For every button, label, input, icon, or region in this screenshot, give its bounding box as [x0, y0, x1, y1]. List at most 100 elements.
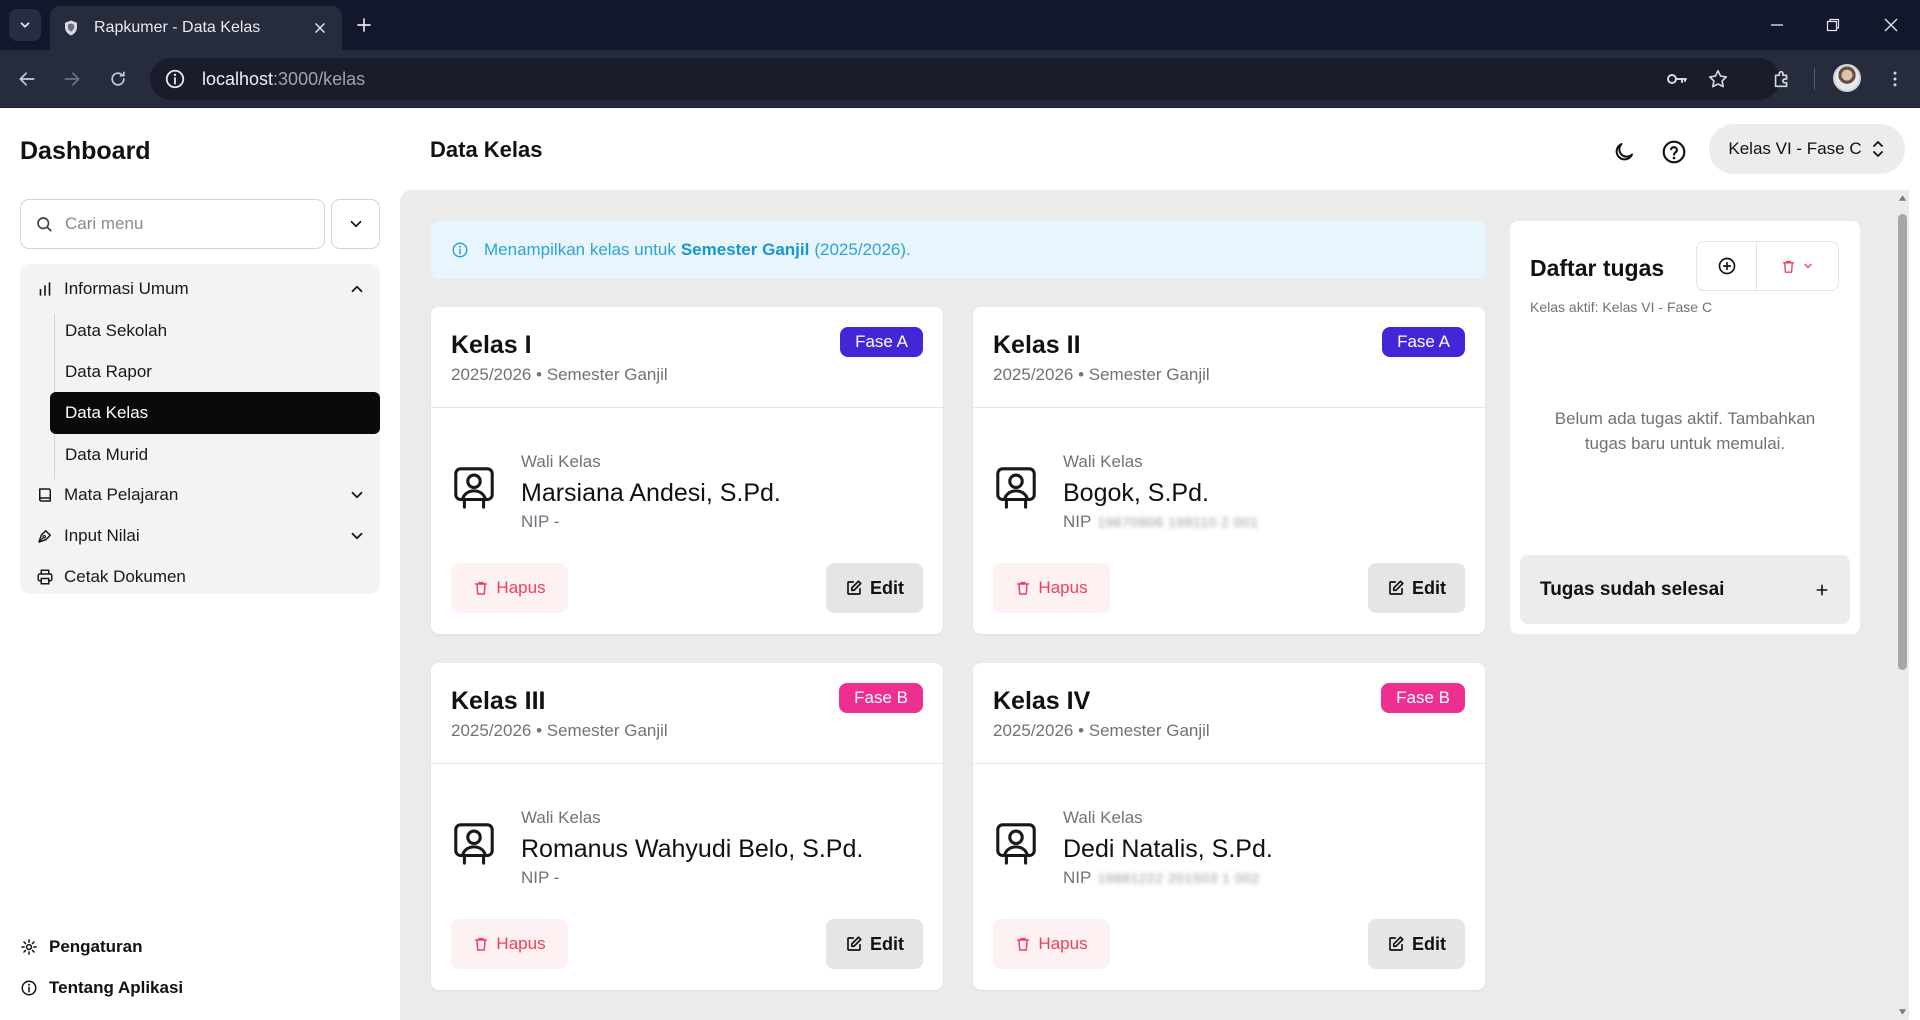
nip-row: NIP 19881222 201503 1 002 [1063, 868, 1260, 888]
sidebar-item-label: Mata Pelajaran [64, 485, 179, 504]
help-button[interactable] [1657, 135, 1691, 169]
semester-info-banner: Menampilkan kelas untuk Semester Ganjil … [431, 221, 1486, 279]
extensions-button[interactable] [1767, 64, 1797, 94]
plus-circle-icon [1718, 257, 1735, 275]
banner-semester: Semester Ganjil [680, 240, 810, 259]
sidebar-item-mata-pelajaran[interactable]: Mata Pelajaran [20, 475, 380, 515]
browser-tab-active[interactable]: Rapkumer - Data Kelas [50, 6, 342, 50]
user-square-icon [996, 467, 1036, 509]
completed-tasks-toggle[interactable]: Tugas sudah selesai [1520, 555, 1850, 624]
class-card: Kelas I 2025/2026 • Semester Ganjil Fase… [431, 307, 943, 634]
fase-badge: Fase A [1382, 327, 1465, 357]
theme-toggle-button[interactable] [1607, 135, 1641, 169]
window-restore-button[interactable] [1818, 10, 1848, 40]
delete-class-button[interactable]: Hapus [993, 563, 1110, 613]
nip-row: NIP - [521, 868, 559, 888]
class-select[interactable]: Kelas VI - Fase C [1709, 124, 1905, 174]
tab-search-button[interactable] [9, 9, 41, 41]
password-key-button[interactable] [1662, 64, 1692, 94]
url-text: localhost:3000/kelas [202, 69, 365, 90]
sidebar-item-input-nilai[interactable]: Input Nilai [20, 516, 380, 556]
banner-suffix: (2025/2026). [814, 240, 911, 259]
page-title: Data Kelas [430, 137, 543, 162]
edit-icon [847, 936, 862, 951]
search-input[interactable] [65, 214, 305, 234]
chevron-up-down-icon [1872, 141, 1883, 157]
key-icon [1667, 74, 1687, 84]
bookmark-button[interactable] [1703, 64, 1733, 94]
tab-title: Rapkumer - Data Kelas [94, 19, 261, 36]
wali-kelas-label: Wali Kelas [521, 808, 601, 827]
class-card-title: Kelas III [451, 687, 546, 715]
fase-badge: Fase A [840, 327, 923, 357]
wali-kelas-label: Wali Kelas [1063, 452, 1143, 471]
class-card-title: Kelas IV [993, 687, 1091, 715]
book-icon [39, 488, 51, 502]
about-link[interactable]: Tentang Aplikasi [20, 978, 183, 998]
delete-tasks-dropdown[interactable] [1757, 242, 1838, 290]
delete-class-button[interactable]: Hapus [993, 919, 1110, 969]
app-root: Dashboard Informasi Umum Data Sekolah Da… [0, 109, 1920, 1020]
arrow-left-icon [19, 72, 35, 86]
search-icon [37, 217, 52, 232]
url-path: :3000/kelas [273, 68, 366, 89]
printer-icon [37, 569, 53, 585]
sidebar-item-data-kelas[interactable]: Data Kelas [50, 392, 380, 434]
profile-avatar[interactable] [1833, 64, 1861, 92]
card-divider [973, 763, 1485, 764]
edit-class-button[interactable]: Edit [1368, 919, 1465, 969]
trash-icon [1017, 581, 1030, 595]
class-card: Kelas II 2025/2026 • Semester Ganjil Fas… [973, 307, 1485, 634]
sidebar-item-cetak-dokumen[interactable]: Cetak Dokumen [20, 557, 380, 597]
class-card: Kelas IV 2025/2026 • Semester Ganjil Fas… [973, 663, 1485, 990]
scroll-down-arrow-icon[interactable] [1898, 1008, 1907, 1016]
browser-toolbar: localhost:3000/kelas [0, 50, 1920, 108]
content-scrollbar[interactable] [1895, 190, 1909, 1020]
sidebar-item-data-murid[interactable]: Data Murid [50, 434, 380, 476]
delete-class-button[interactable]: Hapus [451, 919, 568, 969]
sidebar-title: Dashboard [20, 137, 151, 165]
sidebar-item-data-sekolah[interactable]: Data Sekolah [50, 310, 380, 352]
chevron-down-icon [1804, 263, 1812, 269]
window-close-button[interactable] [1876, 10, 1906, 40]
todo-title: Daftar tugas [1530, 255, 1665, 281]
tab-close-button[interactable] [310, 18, 330, 38]
sidebar-item-label: Informasi Umum [64, 279, 189, 298]
menu-collapse-button[interactable] [331, 199, 380, 249]
new-tab-button[interactable] [352, 13, 376, 37]
menu-search[interactable] [20, 199, 325, 249]
sidebar-item-informasi-umum[interactable]: Informasi Umum [20, 269, 380, 309]
arrow-right-icon [64, 72, 80, 86]
reload-button[interactable] [103, 64, 133, 94]
shield-favicon-icon [65, 20, 77, 36]
add-task-button[interactable] [1697, 242, 1757, 290]
wali-kelas-name: Marsiana Andesi, S.Pd. [521, 479, 781, 507]
class-card-title: Kelas I [451, 331, 532, 359]
class-card-title: Kelas II [993, 331, 1081, 359]
browser-menu-button[interactable] [1880, 64, 1910, 94]
url-host: localhost [202, 68, 274, 89]
nip-value: - [553, 868, 560, 887]
sidebar-item-data-rapor[interactable]: Data Rapor [50, 351, 380, 393]
nip-label: NIP [1063, 868, 1092, 887]
edit-class-button[interactable]: Edit [1368, 563, 1465, 613]
window-minimize-button[interactable] [1762, 10, 1792, 40]
delete-class-button[interactable]: Hapus [451, 563, 568, 613]
browser-tab-bar: Rapkumer - Data Kelas [0, 0, 1920, 50]
site-info-icon[interactable] [164, 68, 186, 90]
wali-kelas-label: Wali Kelas [1063, 808, 1143, 827]
nip-label: NIP [521, 868, 550, 887]
scroll-thumb[interactable] [1898, 214, 1907, 670]
card-divider [973, 407, 1485, 408]
scroll-up-arrow-icon[interactable] [1898, 194, 1907, 202]
forward-button[interactable] [57, 64, 87, 94]
edit-class-button[interactable]: Edit [826, 563, 923, 613]
back-button[interactable] [12, 64, 42, 94]
edit-label: Edit [870, 577, 904, 598]
address-bar[interactable]: localhost:3000/kelas [150, 58, 1780, 100]
edit-class-button[interactable]: Edit [826, 919, 923, 969]
todo-subtitle: Kelas aktif: Kelas VI - Fase C [1530, 299, 1713, 315]
settings-link[interactable]: Pengaturan [20, 937, 143, 957]
class-card: Kelas III 2025/2026 • Semester Ganjil Fa… [431, 663, 943, 990]
user-square-icon [454, 823, 494, 865]
